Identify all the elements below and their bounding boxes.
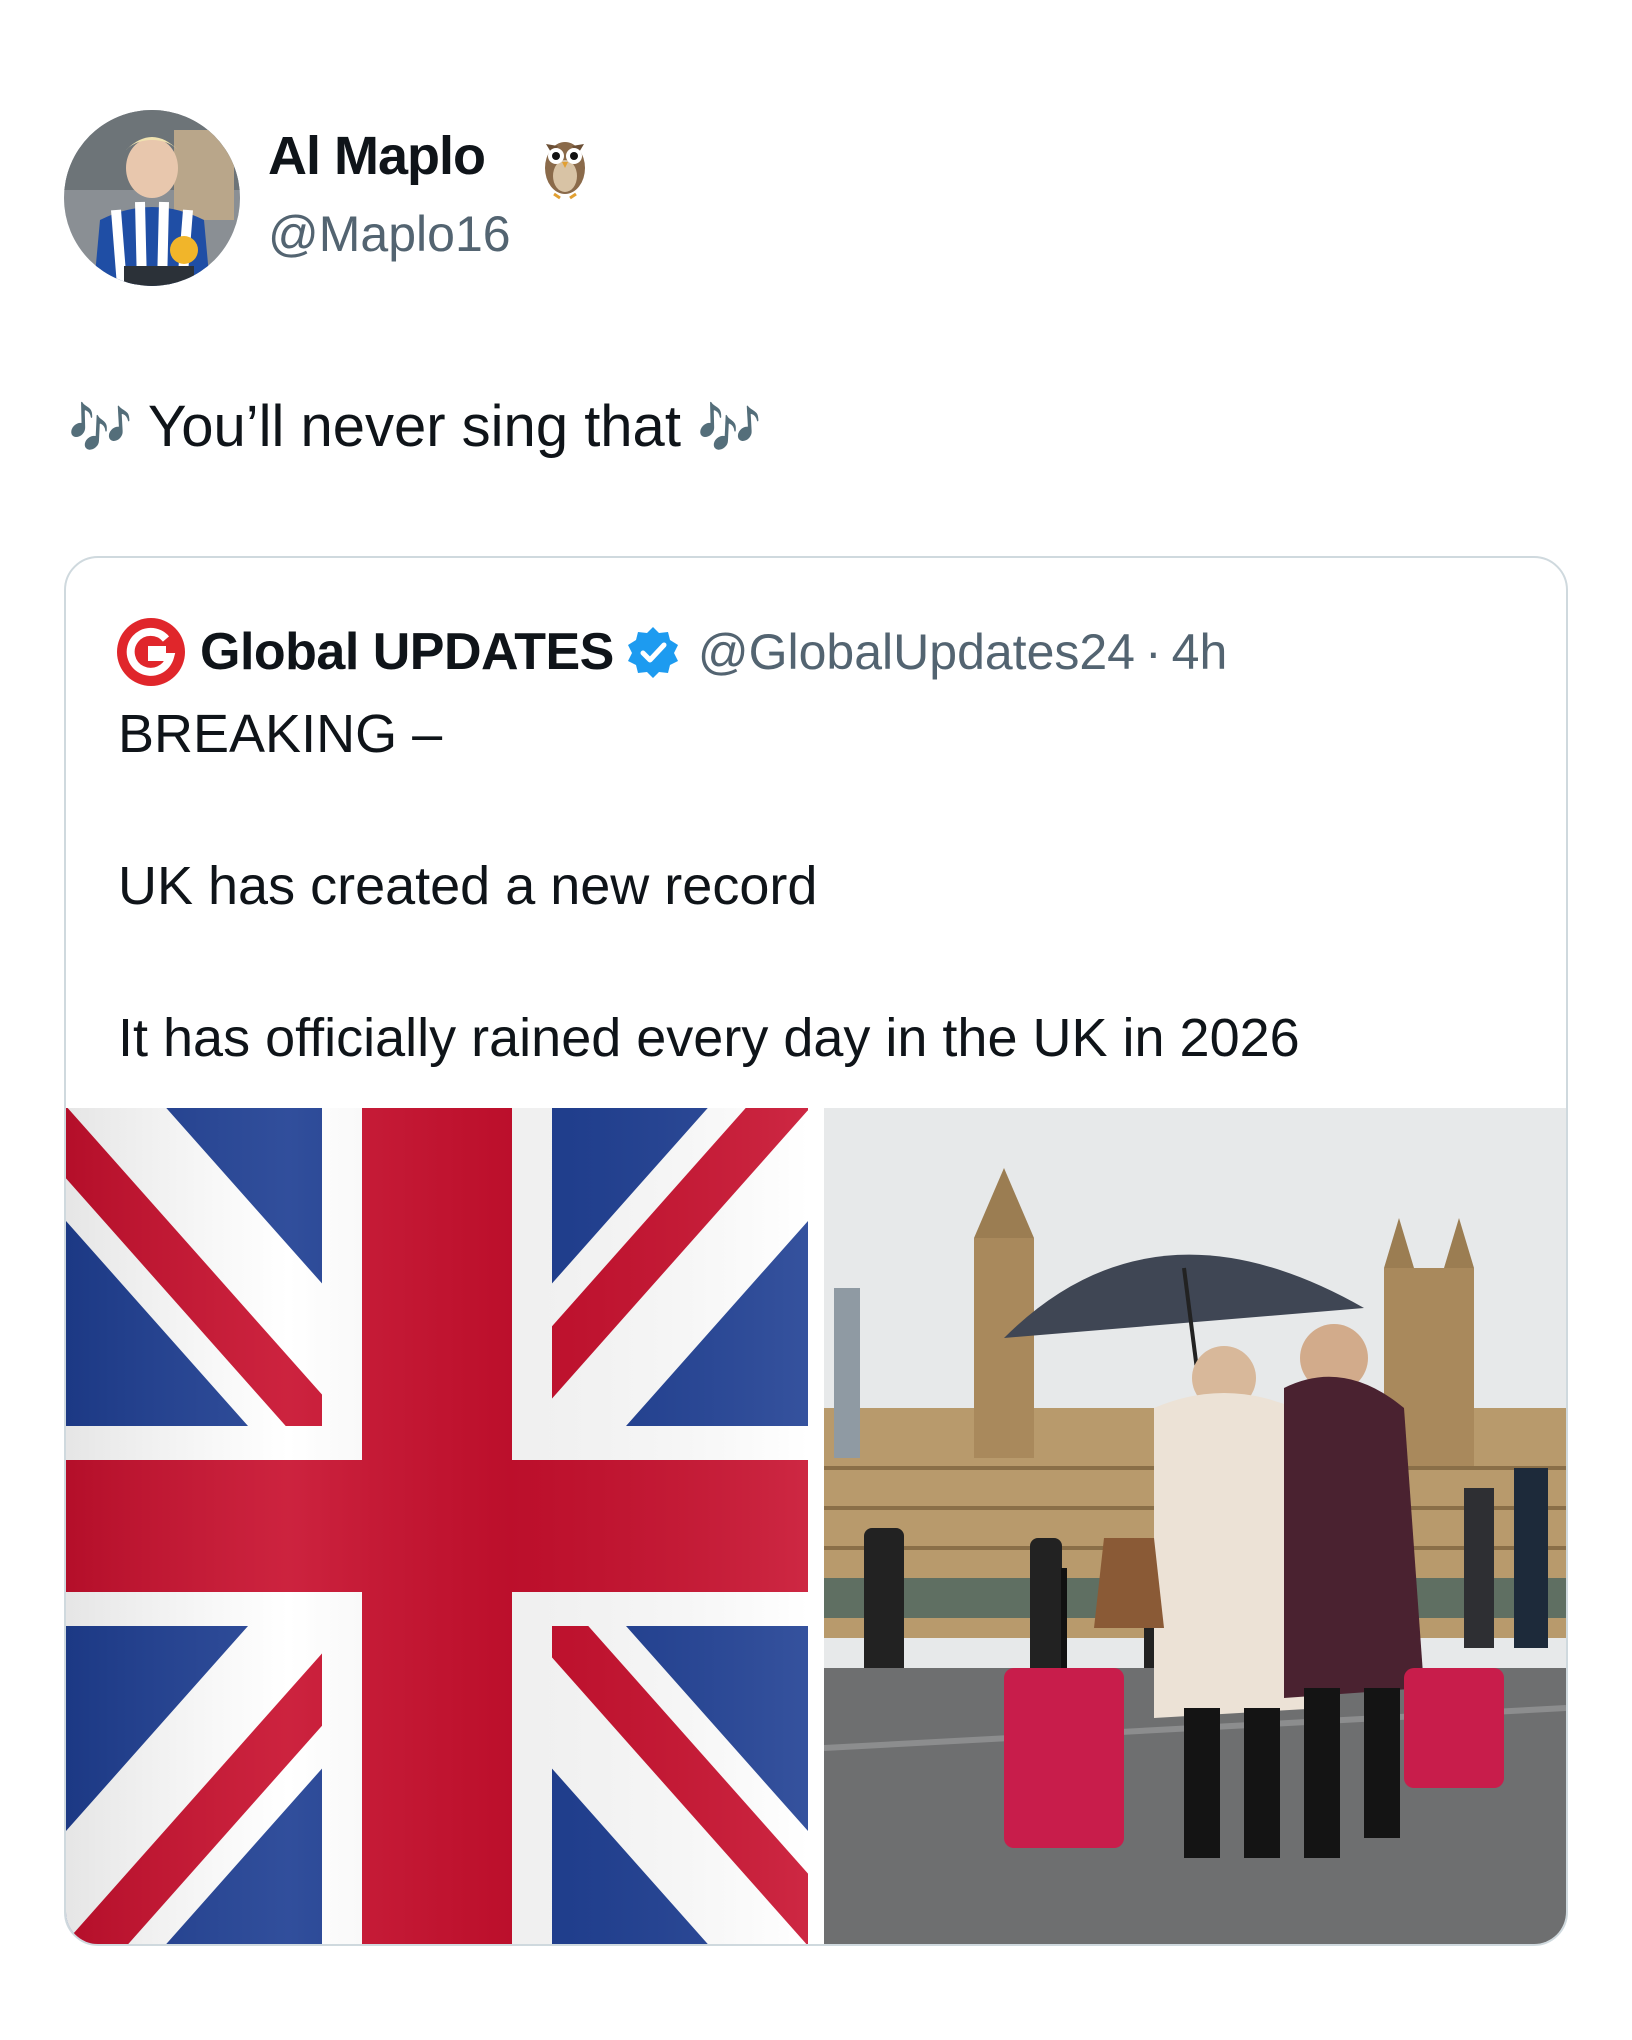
quoted-media-grid — [66, 1108, 1566, 1944]
rainy-london-photo[interactable] — [824, 1108, 1566, 1944]
quoted-line-breaking: BREAKING – — [118, 704, 443, 764]
tweet-body: You’ll never sing that — [147, 394, 681, 459]
musical-notes-icon: 🎶 — [697, 399, 762, 459]
global-updates-logo[interactable] — [116, 617, 186, 687]
quoted-tweet-card[interactable]: Global UPDATES @GlobalUpdates24 · 4h BRE… — [64, 556, 1568, 1946]
author-display-name[interactable]: Al Maplo — [268, 124, 486, 188]
quoted-timestamp[interactable]: 4h — [1172, 623, 1228, 681]
tweet-text: 🎶 You’ll never sing that 🎶 — [68, 392, 762, 464]
quoted-line-record: UK has created a new record — [118, 856, 818, 916]
owl-icon — [540, 124, 590, 202]
quoted-line-rained: It has officially rained every day in th… — [118, 1008, 1300, 1068]
verified-badge-icon — [626, 625, 680, 679]
quoted-tweet-header: Global UPDATES @GlobalUpdates24 · 4h — [116, 614, 1227, 690]
quoted-author-handle[interactable]: @GlobalUpdates24 — [698, 623, 1135, 681]
author-handle[interactable]: @Maplo16 — [268, 204, 511, 264]
author-avatar[interactable] — [64, 110, 240, 286]
union-jack-flag-image[interactable] — [66, 1108, 808, 1944]
media-gap — [808, 1108, 824, 1944]
musical-notes-icon: 🎶 — [68, 399, 133, 459]
quoted-author-name[interactable]: Global UPDATES — [200, 622, 614, 682]
separator-dot: · — [1145, 624, 1162, 680]
